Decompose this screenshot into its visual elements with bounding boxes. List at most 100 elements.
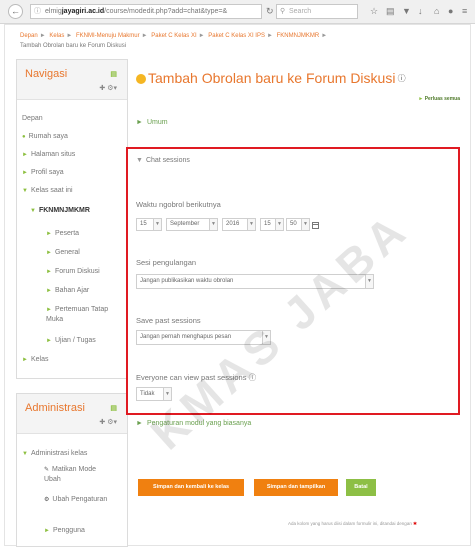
chevron-down-icon: ▼ bbox=[247, 219, 255, 230]
nav-item-kelas-saat-ini[interactable]: ▼ Kelas saat ini bbox=[22, 186, 73, 196]
section-chat-sessions[interactable]: ▼ Chat sessions bbox=[136, 157, 190, 164]
chat-bubble-icon bbox=[136, 74, 146, 84]
nav-item-course[interactable]: ▼ FKNMNJMKMR bbox=[30, 206, 90, 216]
url-prefix: elmig bbox=[45, 8, 62, 15]
chevron-right-icon: ► bbox=[22, 170, 28, 176]
chevron-right-icon: ► bbox=[136, 420, 143, 427]
view-past-sessions-select[interactable]: Tidak ▼ bbox=[136, 387, 172, 401]
download-icon[interactable]: ↓ bbox=[418, 5, 423, 17]
next-chat-time-label: Waktu ngobrol berikutnya bbox=[136, 200, 221, 209]
nav-item-kelas[interactable]: ► Kelas bbox=[22, 355, 48, 365]
breadcrumb-item[interactable]: Depan bbox=[20, 33, 38, 39]
cancel-button[interactable]: Batal bbox=[346, 479, 376, 496]
nav-item-ujian[interactable]: ► Ujian / Tugas bbox=[46, 336, 96, 346]
chevron-right-icon: ► bbox=[22, 357, 28, 363]
administration-block-header: Administrasi ▤ ✚ ⚙▾ bbox=[17, 394, 127, 434]
breadcrumb-current: Tambah Obrolan baru ke Forum Diskusi bbox=[20, 43, 127, 49]
nav-item-pertemuan[interactable]: ► Pertemuan Tatap Muka bbox=[46, 305, 116, 324]
dock-icon[interactable]: ▤ bbox=[110, 70, 117, 78]
chevron-down-icon: ▼ bbox=[30, 208, 36, 214]
minute-select[interactable]: 50 ▼ bbox=[286, 218, 310, 231]
repeat-sessions-label: Sesi pengulangan bbox=[136, 258, 197, 267]
chevron-down-icon: ▼ bbox=[153, 219, 161, 230]
navigation-block: Navigasi ▤ ✚ ⚙▾ bbox=[16, 59, 128, 379]
pocket-icon[interactable]: ▼ bbox=[402, 5, 411, 17]
year-select[interactable]: 2016 ▼ bbox=[222, 218, 256, 231]
save-past-sessions-label: Save past sessions bbox=[136, 316, 201, 325]
month-select[interactable]: September ▼ bbox=[166, 218, 218, 231]
nav-item-halaman[interactable]: ► Halaman situs bbox=[22, 150, 75, 160]
chevron-down-icon: ▼ bbox=[209, 219, 217, 230]
reload-icon[interactable]: ↻ bbox=[266, 5, 274, 17]
section-common-module-settings[interactable]: ► Pengaturan modul yang biasanya bbox=[136, 420, 251, 427]
page-title: Tambah Obrolan baru ke Forum Diskusi ⓘ bbox=[136, 70, 406, 86]
nav-item-peserta[interactable]: ► Peserta bbox=[46, 229, 79, 239]
nav-item-general[interactable]: ► General bbox=[46, 248, 80, 258]
chevron-down-icon: ▼ bbox=[163, 388, 171, 400]
admin-item-ubah-pengaturan[interactable]: ⚙ Ubah Pengaturan bbox=[44, 495, 114, 505]
chevron-down-icon: ▼ bbox=[136, 157, 143, 164]
chevron-down-icon: ▼ bbox=[22, 188, 28, 194]
block-actions-icon[interactable]: ✚ ⚙▾ bbox=[99, 84, 117, 92]
breadcrumb-item[interactable]: Paket C Kelas XI IPS bbox=[208, 33, 265, 39]
chevron-right-icon: ► bbox=[46, 269, 52, 275]
chevron-down-icon: ▼ bbox=[262, 331, 270, 344]
navigation-title: Navigasi bbox=[25, 68, 68, 80]
help-icon: ⓘ bbox=[395, 74, 406, 83]
breadcrumb-item[interactable]: FKNMI-Menuju Makmur bbox=[76, 33, 140, 39]
pencil-icon: ✎ bbox=[44, 467, 50, 473]
chevron-down-icon: ▼ bbox=[301, 219, 309, 230]
block-actions-icon[interactable]: ✚ ⚙▾ bbox=[99, 418, 117, 426]
chevron-right-icon: ► bbox=[46, 307, 52, 313]
bookmark-star-icon[interactable]: ☆ bbox=[370, 5, 378, 17]
chevron-right-icon: ► bbox=[44, 528, 50, 534]
nav-item-bahan-ajar[interactable]: ► Bahan Ajar bbox=[46, 286, 89, 296]
required-fields-note: Ada kolom yang harus diisi dalam formuli… bbox=[288, 521, 417, 526]
breadcrumb-item[interactable]: Kelas bbox=[49, 33, 64, 39]
nav-item-forum[interactable]: ► Forum Diskusi bbox=[46, 267, 100, 277]
asterisk-icon: ✱ bbox=[413, 521, 417, 526]
help-icon: ⓘ bbox=[248, 373, 257, 382]
save-return-button[interactable]: Simpan dan kembali ke kelas bbox=[138, 479, 244, 496]
save-display-button[interactable]: Simpan dan tampilkan bbox=[254, 479, 338, 496]
chevron-right-icon: ► bbox=[136, 119, 143, 126]
search-input[interactable]: ⚲ Search bbox=[276, 4, 358, 19]
chevron-down-icon: ▼ bbox=[22, 451, 28, 457]
chevron-down-icon: ▼ bbox=[365, 275, 373, 288]
url-path: /course/modedit.php?add=chat&type=& bbox=[104, 8, 228, 15]
menu-icon[interactable]: ≡ bbox=[462, 5, 467, 17]
administration-title: Administrasi bbox=[25, 402, 85, 414]
repeat-sessions-select[interactable]: Jangan publikasikan waktu obrolan ▼ bbox=[136, 274, 374, 289]
expand-all-link[interactable]: ► Perluas semua bbox=[418, 96, 460, 102]
gear-icon: ⚙ bbox=[44, 497, 50, 503]
save-past-sessions-select[interactable]: Jangan pernah menghapus pesan ▼ bbox=[136, 330, 271, 345]
admin-item-matikan-mode[interactable]: ✎ Matikan Mode Ubah bbox=[44, 465, 114, 484]
chevron-right-icon: ► bbox=[46, 338, 52, 344]
chevron-right-icon: ► bbox=[46, 231, 52, 237]
nav-item-rumah[interactable]: ● Rumah saya bbox=[22, 132, 68, 142]
info-icon: ⓘ bbox=[34, 8, 41, 15]
breadcrumb-item[interactable]: Paket C Kelas XI bbox=[151, 33, 196, 39]
hour-select[interactable]: 15 ▼ bbox=[260, 218, 284, 231]
chevron-right-icon: ► bbox=[46, 250, 52, 256]
breadcrumb-item[interactable]: FKNMNJMKMR bbox=[277, 33, 320, 39]
breadcrumb: Depan ► Kelas ► FKNMI-Menuju Makmur ► Paket… bbox=[20, 33, 328, 49]
chevron-right-icon: ► bbox=[22, 152, 28, 158]
calendar-icon[interactable] bbox=[312, 222, 319, 229]
back-arrow-icon[interactable]: ← bbox=[8, 4, 23, 19]
chevron-right-icon: ► bbox=[46, 288, 52, 294]
admin-item-pengguna[interactable]: ► Pengguna bbox=[44, 526, 85, 536]
address-bar[interactable]: ⓘ elmigjayagiri.ac.id/course/modedit.php… bbox=[30, 4, 262, 19]
section-umum[interactable]: ► Umum bbox=[136, 119, 168, 126]
home-icon[interactable]: ⌂ bbox=[434, 5, 439, 17]
day-select[interactable]: 15 ▼ bbox=[136, 218, 162, 231]
url-domain: jayagiri.ac.id bbox=[61, 8, 105, 15]
admin-item-administrasi-kelas[interactable]: ▼ Administrasi kelas bbox=[22, 449, 87, 459]
nav-item-depan[interactable]: Depan bbox=[22, 114, 43, 123]
dock-icon[interactable]: ▤ bbox=[110, 404, 117, 412]
browser-toolbar: ← ⓘ elmigjayagiri.ac.id/course/modedit.p… bbox=[0, 0, 475, 24]
search-icon: ⚲ bbox=[280, 8, 286, 15]
nav-item-profil[interactable]: ► Profil saya bbox=[22, 168, 64, 178]
chat-icon[interactable]: ● bbox=[448, 5, 453, 17]
reading-list-icon[interactable]: ▤ bbox=[386, 5, 395, 17]
